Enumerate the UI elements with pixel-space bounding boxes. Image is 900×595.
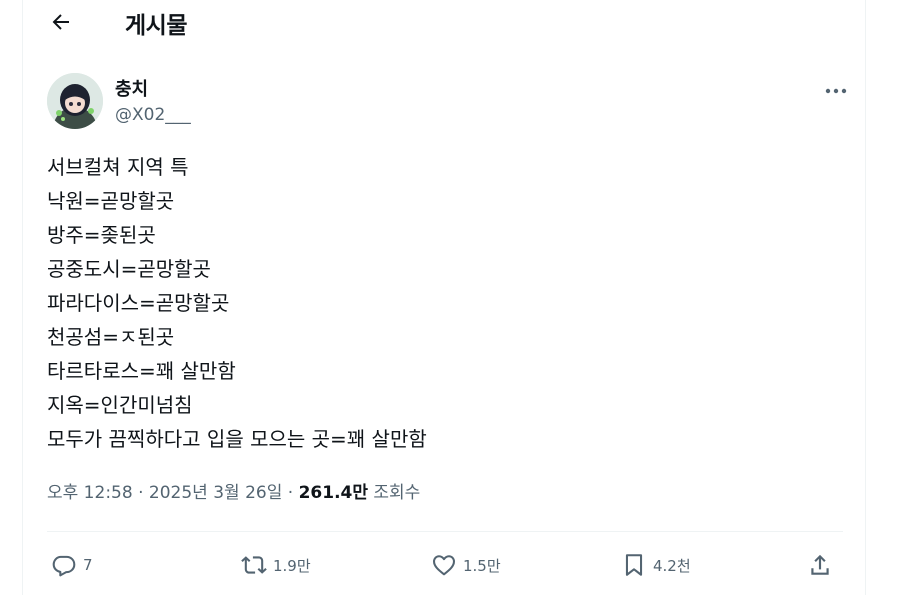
tweet-meta: 오후 12:58 · 2025년 3월 26일 · 261.4만 조회수 (47, 478, 420, 503)
repost-count: 1.9만 (273, 556, 311, 575)
author-handle[interactable]: @X02___ (115, 105, 191, 125)
tweet-line: 모두가 끔찍하다고 입을 모으는 곳=꽤 살만함 (47, 427, 427, 451)
back-button[interactable] (43, 4, 79, 40)
like-button[interactable]: 1.5만 (431, 546, 501, 584)
bookmark-count: 4.2천 (653, 556, 691, 575)
author-row: 충치 @X02___ (47, 72, 847, 132)
arrow-left-icon (52, 14, 69, 30)
meta-separator: · (132, 483, 149, 503)
share-button[interactable] (807, 546, 833, 584)
speech-bubble-icon (52, 555, 76, 577)
action-bar: 7 1.9만 1.5만 4.2천 (47, 546, 843, 584)
tweet-line: 방주=좆된곳 (47, 223, 156, 247)
meta-separator: · (282, 483, 299, 503)
heart-icon (433, 555, 455, 576)
bookmark-icon (625, 554, 643, 576)
tweet-line: 공중도시=곧망할곳 (47, 257, 211, 281)
author-display-name[interactable]: 충치 (115, 75, 148, 101)
tweet-line: 낙원=곧망할곳 (47, 189, 175, 213)
more-options-button[interactable] (819, 76, 853, 106)
repost-icon (241, 556, 267, 574)
tweet-text: 서브컬쳐 지역 특 낙원=곧망할곳 방주=좆된곳 공중도시=곧망할곳 파라다이스… (47, 150, 847, 456)
tweet-line: 천공섬=ㅈ된곳 (47, 325, 175, 349)
views-count: 261.4만 (298, 483, 368, 503)
like-count: 1.5만 (463, 556, 501, 575)
more-dots-icon (825, 88, 847, 94)
tweet-line: 타르타로스=꽤 살만함 (47, 359, 236, 383)
share-icon (811, 554, 829, 575)
reply-button[interactable]: 7 (51, 546, 93, 584)
divider (47, 531, 843, 532)
repost-button[interactable]: 1.9만 (241, 546, 311, 584)
reply-count: 7 (83, 556, 93, 574)
page-title: 게시물 (125, 13, 187, 39)
avatar-image (47, 73, 103, 129)
bookmark-button[interactable]: 4.2천 (621, 546, 691, 584)
top-bar: 게시물 (23, 0, 865, 44)
tweet-line: 서브컬쳐 지역 특 (47, 155, 189, 179)
tweet-time[interactable]: 오후 12:58 (47, 483, 133, 503)
tweet-line: 파라다이스=곧망할곳 (47, 291, 230, 315)
tweet-line: 지옥=인간미넘침 (47, 393, 193, 417)
tweet-date[interactable]: 2025년 3월 26일 (149, 483, 282, 503)
views-label: 조회수 (368, 483, 421, 503)
avatar[interactable] (47, 73, 103, 129)
post-detail-panel: 게시물 충치 @X02___ 서브컬쳐 지역 특 낙원=곧망할곳 방주=좆된곳 … (22, 0, 866, 595)
